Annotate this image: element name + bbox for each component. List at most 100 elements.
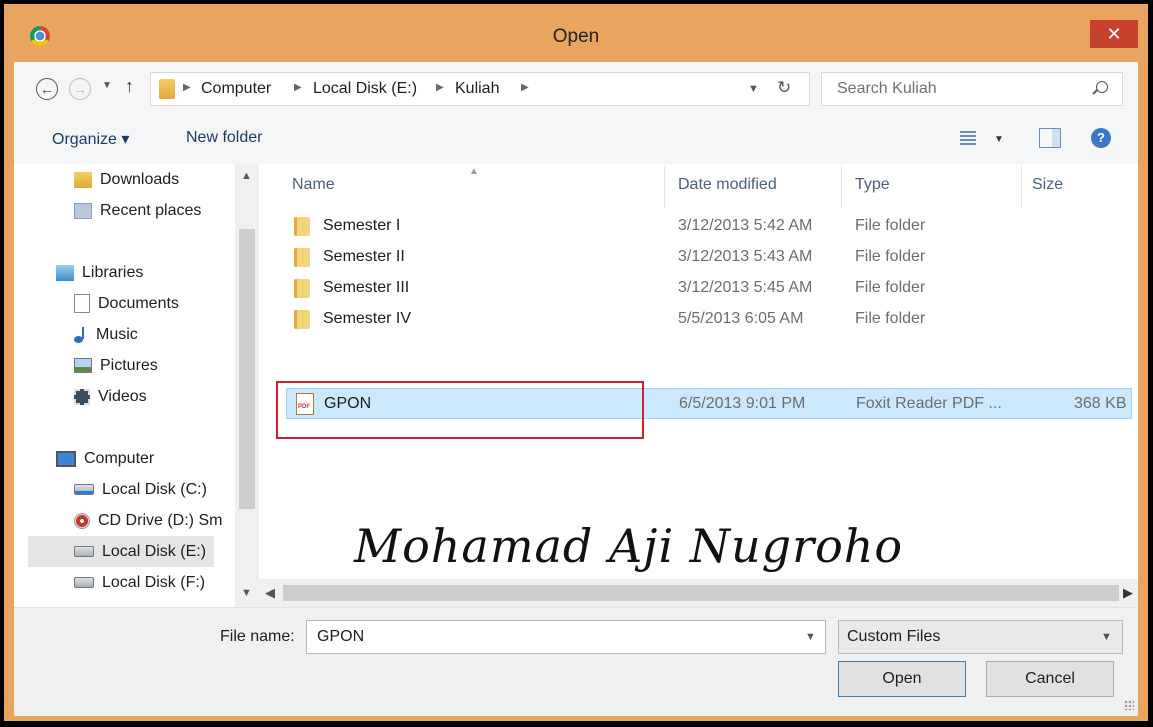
dialog-title: Open (552, 26, 600, 47)
local-disk-icon (74, 577, 94, 589)
file-size: 368 KB (1074, 395, 1127, 412)
bottom-panel: File name: GPON ▼ Custom Files ▼ Open Ca… (14, 607, 1138, 716)
libraries-icon (56, 264, 74, 281)
navigation-scrollbar[interactable]: ▲ ▼ (235, 164, 259, 607)
documents-icon (74, 294, 90, 314)
nav-item-documents[interactable]: Documents (74, 288, 179, 319)
breadcrumb-computer[interactable]: Computer (201, 80, 271, 98)
column-divider[interactable] (841, 166, 842, 208)
change-view-icon[interactable] (960, 131, 976, 145)
forward-button[interactable]: → (69, 78, 91, 100)
file-type-value: Custom Files (847, 628, 941, 645)
column-header-type[interactable]: Type (855, 176, 890, 194)
sort-ascending-icon: ▲ (469, 166, 479, 177)
recent-locations-dropdown[interactable]: ▼ (102, 80, 112, 91)
organize-button[interactable]: Organize ▾ (52, 129, 129, 149)
back-button[interactable]: ← (36, 78, 58, 100)
nav-item-recent-places[interactable]: Recent places (74, 195, 201, 226)
help-icon[interactable]: ? (1091, 128, 1111, 148)
search-icon[interactable] (1096, 81, 1108, 93)
breadcrumb-local-disk-e[interactable]: Local Disk (E:) (313, 80, 417, 98)
breadcrumb-separator-icon[interactable]: ▶ (183, 82, 191, 93)
file-type: Foxit Reader PDF ... (856, 395, 1002, 412)
nav-item-music[interactable]: Music (74, 319, 138, 350)
scroll-down-icon[interactable]: ▼ (241, 587, 252, 599)
breadcrumb-kuliah[interactable]: Kuliah (455, 80, 499, 98)
file-list[interactable]: ▲ Name Date modified Type Size Semester … (259, 164, 1138, 579)
cancel-button[interactable]: Cancel (986, 661, 1114, 697)
local-disk-icon (74, 546, 94, 558)
file-name-combobox[interactable]: GPON ▼ (306, 620, 826, 654)
file-date: 6/5/2013 9:01 PM (679, 395, 806, 412)
scrollbar-thumb[interactable] (239, 229, 255, 509)
column-header-date-modified[interactable]: Date modified (678, 176, 777, 194)
column-header-size[interactable]: Size (1032, 176, 1063, 194)
file-type-dropdown-icon[interactable]: ▼ (1101, 631, 1112, 643)
nav-item-libraries[interactable]: Libraries (56, 257, 143, 288)
file-type: File folder (855, 279, 926, 296)
nav-item-cd-drive-d[interactable]: CD Drive (D:) Sm (74, 505, 222, 536)
scrollbar-thumb[interactable] (283, 585, 1119, 601)
nav-item-local-disk-c[interactable]: Local Disk (C:) (74, 474, 207, 505)
nav-item-computer[interactable]: Computer (56, 443, 154, 474)
command-bar: Organize ▾ New folder ▼ ? (14, 112, 1138, 165)
nav-item-local-disk-f[interactable]: Local Disk (F:) (74, 567, 205, 598)
search-input[interactable]: Search Kuliah (837, 80, 937, 98)
file-list-horizontal-scrollbar[interactable]: ◀ ▶ (259, 579, 1138, 607)
dialog-client: ← → ▼ ↑ ▶ Computer ▶ Local Disk (E:) ▶ K… (14, 62, 1138, 716)
file-row[interactable]: Semester IV 5/5/2013 6:05 AM File folder (286, 304, 1130, 335)
scroll-left-icon[interactable]: ◀ (265, 585, 275, 601)
nav-item-downloads[interactable]: Downloads (74, 164, 179, 195)
file-type-select[interactable]: Custom Files ▼ (838, 620, 1123, 654)
videos-icon (74, 388, 90, 405)
dialog-window: Open ✕ ← → ▼ ↑ ▶ Computer ▶ Local Disk (… (4, 4, 1148, 721)
up-button[interactable]: ↑ (125, 76, 134, 97)
file-row[interactable]: Semester I 3/12/2013 5:42 AM File folder (286, 211, 1130, 242)
file-date: 3/12/2013 5:43 AM (678, 248, 813, 265)
downloads-icon (74, 171, 92, 188)
breadcrumb-separator-icon[interactable]: ▶ (436, 82, 444, 93)
title-bar[interactable]: Open ✕ (4, 4, 1148, 62)
file-name: Semester IV (323, 310, 412, 327)
file-date: 3/12/2013 5:42 AM (678, 217, 813, 234)
nav-item-local-disk-e[interactable]: Local Disk (E:) (28, 536, 214, 567)
scroll-up-icon[interactable]: ▲ (241, 170, 252, 182)
nav-item-pictures[interactable]: Pictures (74, 350, 158, 381)
file-name-input[interactable]: GPON (317, 628, 364, 646)
file-name: Semester II (323, 248, 405, 265)
refresh-icon[interactable]: ↻ (777, 78, 791, 98)
folder-icon (294, 310, 310, 329)
breadcrumb-separator-icon[interactable]: ▶ (521, 82, 529, 93)
file-row[interactable]: Semester II 3/12/2013 5:43 AM File folde… (286, 242, 1130, 273)
resize-grip-icon[interactable] (1124, 700, 1134, 710)
navigation-pane[interactable]: Downloads Recent places Libraries Docume… (14, 164, 259, 607)
file-row[interactable]: Semester III 3/12/2013 5:45 AM File fold… (286, 273, 1130, 304)
search-box[interactable]: Search Kuliah (821, 72, 1123, 106)
cd-drive-icon (74, 512, 90, 529)
breadcrumb-separator-icon[interactable]: ▶ (294, 82, 302, 93)
file-name-dropdown-icon[interactable]: ▼ (805, 631, 816, 643)
nav-item-videos[interactable]: Videos (74, 381, 147, 412)
file-name-label: File name: (220, 628, 295, 645)
open-button[interactable]: Open (838, 661, 966, 697)
scroll-right-icon[interactable]: ▶ (1123, 585, 1133, 601)
file-type: File folder (855, 217, 926, 234)
view-options-dropdown-icon[interactable]: ▼ (994, 134, 1004, 145)
file-type: File folder (855, 248, 926, 265)
file-date: 3/12/2013 5:45 AM (678, 279, 813, 296)
column-divider[interactable] (664, 166, 665, 208)
folder-icon (294, 217, 310, 236)
folder-icon (294, 279, 310, 298)
new-folder-button[interactable]: New folder (186, 129, 262, 147)
watermark-signature: Mohamad Aji Nugroho (354, 519, 904, 573)
file-name: Semester I (323, 217, 401, 234)
folder-icon (159, 79, 175, 99)
column-divider[interactable] (1021, 166, 1022, 208)
address-dropdown-icon[interactable]: ▼ (748, 83, 759, 95)
address-box[interactable]: ▶ Computer ▶ Local Disk (E:) ▶ Kuliah ▶ … (150, 72, 810, 106)
music-icon (74, 326, 88, 343)
column-header-name[interactable]: Name (292, 176, 335, 194)
preview-pane-icon[interactable] (1039, 128, 1061, 148)
close-button[interactable]: ✕ (1090, 20, 1138, 48)
recent-places-icon (74, 202, 92, 219)
